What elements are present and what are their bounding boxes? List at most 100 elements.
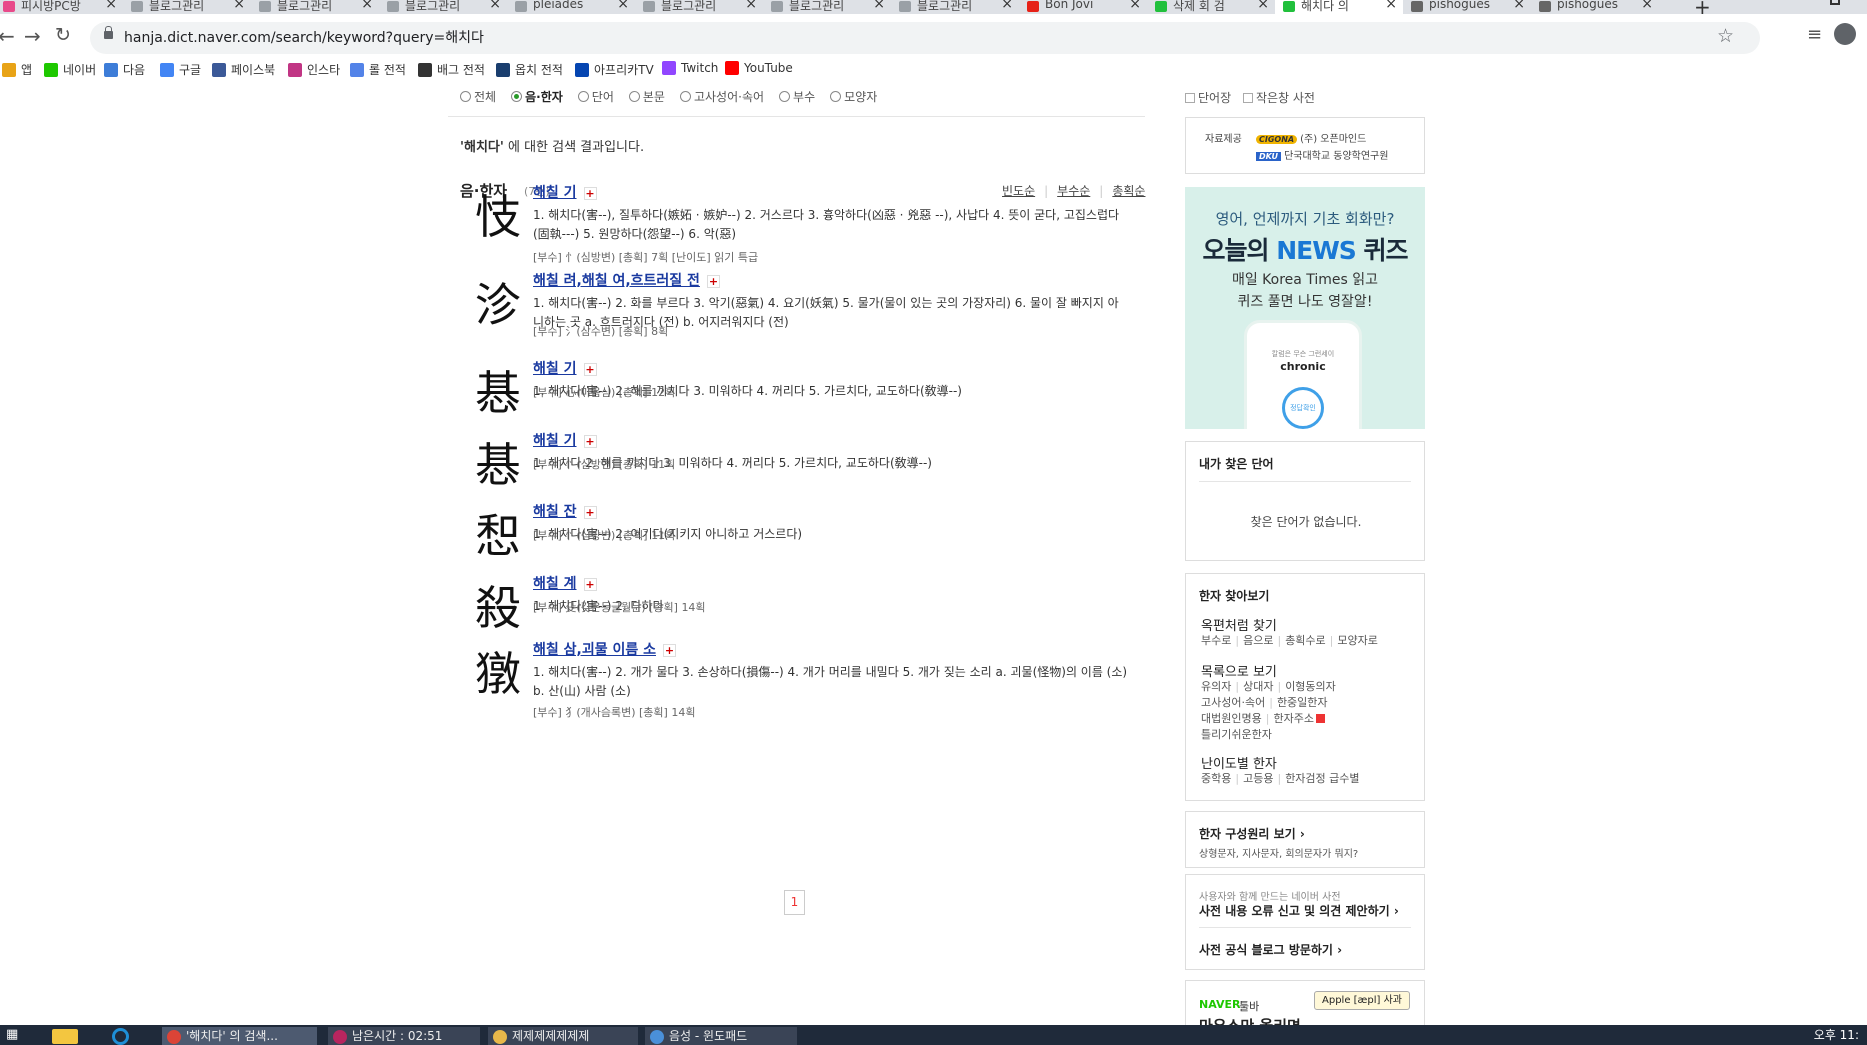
bookmark-item[interactable]: 아프리카TV: [575, 61, 654, 78]
bookmark-item[interactable]: 롤 전적: [350, 61, 406, 78]
filter-option[interactable]: 전체: [460, 88, 496, 105]
tab-close-icon[interactable]: ×: [745, 0, 757, 12]
tab-close-icon[interactable]: ×: [1129, 0, 1141, 12]
bookmark-item[interactable]: 네이버: [44, 61, 96, 78]
hanja-character[interactable]: 沴: [475, 282, 521, 328]
browser-tab[interactable]: 블로그관리 ×: [379, 0, 507, 14]
bookmark-item[interactable]: 인스타: [288, 61, 340, 78]
wordbook-option[interactable]: 단어장: [1185, 91, 1231, 105]
tab-close-icon[interactable]: ×: [873, 0, 885, 12]
new-tab-icon[interactable]: +: [1694, 0, 1711, 14]
radio-icon[interactable]: [679, 91, 691, 102]
bookmark-item[interactable]: 다음: [104, 61, 145, 78]
taskbar-app[interactable]: '해치다' 의 검색...: [162, 1027, 317, 1045]
add-to-wordbook-icon[interactable]: +: [583, 434, 597, 448]
filter-option[interactable]: 음·한자: [511, 88, 563, 105]
browser-tab[interactable]: pleiades ×: [507, 0, 635, 14]
url-text[interactable]: hanja.dict.naver.com/search/keyword?quer…: [124, 27, 484, 47]
add-to-wordbook-icon[interactable]: +: [706, 274, 720, 288]
hanja-character[interactable]: 忮: [475, 194, 521, 240]
filter-option[interactable]: 부수: [779, 88, 815, 105]
hanja-principle-box[interactable]: 한자 구성원리 보기 › 상형문자, 지사문자, 회의문자가 뭐지?: [1185, 811, 1425, 868]
browser-tab[interactable]: 블로그관리 ×: [123, 0, 251, 14]
bookmark-item[interactable]: 페이스북: [212, 61, 275, 78]
filter-option[interactable]: 모양자: [830, 88, 877, 105]
report-error-link[interactable]: 사전 내용 오류 신고 및 의견 제안하기 ›: [1199, 902, 1399, 919]
add-to-wordbook-icon[interactable]: +: [583, 362, 597, 376]
tab-close-icon[interactable]: ×: [1513, 0, 1525, 12]
internet-explorer-icon[interactable]: [112, 1028, 129, 1045]
tab-close-icon[interactable]: ×: [1641, 0, 1653, 12]
tab-close-icon[interactable]: ×: [361, 0, 373, 12]
back-icon[interactable]: ←: [0, 24, 15, 48]
browser-tab[interactable]: 블로그관리 ×: [763, 0, 891, 14]
entry-reading-link[interactable]: 해칠 삼,괴물 이름 소 +: [533, 639, 676, 659]
entry-reading-link[interactable]: 해칠 기 +: [533, 358, 597, 378]
blog-link[interactable]: 사전 공식 블로그 방문하기 ›: [1199, 941, 1342, 958]
add-to-wordbook-icon[interactable]: +: [662, 643, 676, 657]
reload-icon[interactable]: ↻: [55, 24, 71, 46]
tab-close-icon[interactable]: ×: [489, 0, 501, 12]
hanja-character[interactable]: 惎: [475, 370, 521, 416]
radio-icon[interactable]: [830, 91, 842, 102]
add-to-wordbook-icon[interactable]: +: [583, 186, 597, 200]
tab-close-icon[interactable]: ×: [617, 0, 629, 12]
radio-icon[interactable]: [628, 91, 640, 102]
taskbar-app[interactable]: 음성 - 윈도패드: [645, 1027, 797, 1045]
checkbox-icon[interactable]: [1242, 93, 1253, 103]
hanja-character[interactable]: 殺: [475, 585, 521, 631]
file-explorer-icon[interactable]: [52, 1029, 78, 1044]
windows-start-icon[interactable]: ▦: [6, 1028, 20, 1042]
omnibox[interactable]: hanja.dict.naver.com/search/keyword?quer…: [90, 22, 1760, 54]
tab-close-icon[interactable]: ×: [1385, 0, 1397, 12]
bookmark-item[interactable]: Twitch: [662, 61, 718, 75]
add-to-wordbook-icon[interactable]: +: [583, 505, 597, 519]
hanja-character[interactable]: 惒: [475, 513, 521, 559]
hanja-character[interactable]: 惎: [475, 442, 521, 488]
browser-tab[interactable]: pishogues ×: [1403, 0, 1531, 14]
bookmark-item[interactable]: 배그 전적: [418, 61, 485, 78]
forward-icon[interactable]: →: [24, 24, 41, 48]
browser-tab[interactable]: 블로그관리 ×: [635, 0, 763, 14]
taskbar-app[interactable]: 남은시간 : 02:51: [328, 1027, 480, 1045]
tab-close-icon[interactable]: ×: [1001, 0, 1013, 12]
entry-reading-link[interactable]: 해칠 기 +: [533, 430, 597, 450]
tab-close-icon[interactable]: ×: [1257, 0, 1269, 12]
browser-tab[interactable]: 블로그관리 ×: [251, 0, 379, 14]
filter-option[interactable]: 고사성어·속어: [679, 88, 764, 105]
reading-list-icon[interactable]: ≡: [1807, 24, 1822, 45]
radio-icon[interactable]: [511, 91, 523, 102]
mini-dict-option[interactable]: 작은창 사전: [1242, 91, 1315, 105]
radio-icon[interactable]: [577, 91, 589, 102]
add-to-wordbook-icon[interactable]: +: [583, 577, 597, 591]
news-quiz-ad[interactable]: 영어, 언제까지 기초 회화만? 오늘의 NEWS 퀴즈 매일 Korea Ti…: [1185, 187, 1425, 429]
pagination-current[interactable]: 1: [784, 890, 805, 915]
bookmark-item[interactable]: 구글: [160, 61, 201, 78]
entry-reading-link[interactable]: 해칠 기 +: [533, 182, 597, 202]
browser-tab[interactable]: Bon Jovi ×: [1019, 0, 1147, 14]
bookmark-star-icon[interactable]: ☆: [1717, 25, 1734, 47]
taskbar-app[interactable]: 제제제제제제제: [488, 1027, 638, 1045]
browser-tab[interactable]: 블로그관리 ×: [891, 0, 1019, 14]
bookmark-item[interactable]: 옵치 전적: [496, 61, 563, 78]
filter-option[interactable]: 본문: [628, 88, 665, 105]
radio-icon[interactable]: [779, 91, 791, 102]
principle-link[interactable]: 한자 구성원리 보기 ›: [1199, 825, 1305, 842]
filter-option[interactable]: 단어: [577, 88, 614, 105]
entry-reading-link[interactable]: 해칠 잔 +: [533, 501, 597, 521]
browser-tab[interactable]: 피시방PC방 ×: [0, 0, 123, 14]
sort-option[interactable]: 총획순: [1112, 184, 1145, 198]
tab-close-icon[interactable]: ×: [105, 0, 117, 12]
hanja-character[interactable]: 獤: [475, 651, 521, 697]
browser-tab[interactable]: pishogues ×: [1531, 0, 1659, 14]
bookmark-item[interactable]: 앱: [2, 61, 32, 78]
naver-toolbar-ad[interactable]: NAVER 툴바 마우스만 올리면 Apple [æpl] 사과: [1185, 980, 1425, 1025]
sort-option[interactable]: 빈도순: [1002, 184, 1035, 198]
window-restore-icon[interactable]: [1830, 0, 1840, 5]
browser-tab[interactable]: 해치다 의 ×: [1275, 0, 1403, 14]
profile-avatar-icon[interactable]: [1834, 23, 1856, 45]
browser-tab[interactable]: 삭제 회 검 ×: [1147, 0, 1275, 14]
bookmark-item[interactable]: YouTube: [725, 61, 793, 75]
entry-reading-link[interactable]: 해칠 려,해칠 여,흐트러질 전 +: [533, 270, 720, 290]
checkbox-icon[interactable]: [1185, 93, 1195, 103]
